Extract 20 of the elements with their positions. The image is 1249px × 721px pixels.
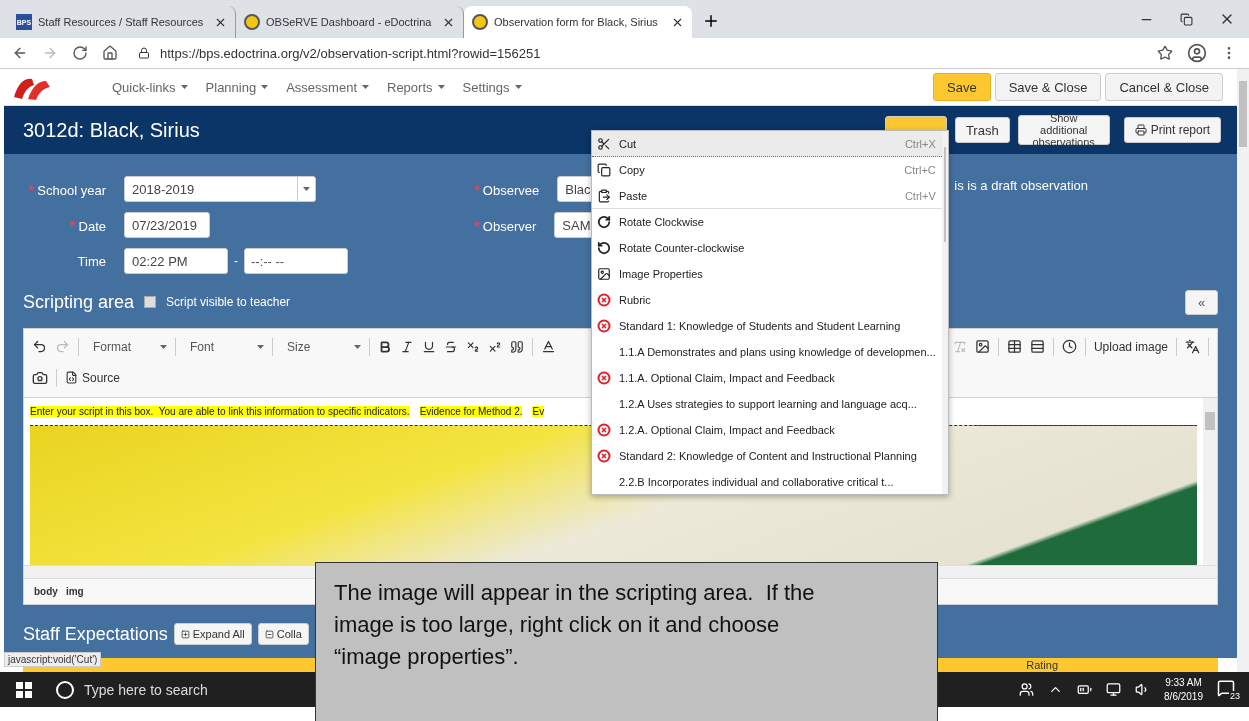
highlighted-text: Evidence for Method 2. [419, 405, 523, 417]
field-label: * School year [27, 180, 107, 198]
column-header: Rating [1026, 658, 1058, 672]
field-label: Time [76, 253, 107, 269]
checkbox-label: Script visible to teacher [166, 295, 291, 309]
tab-title: OBSeRVE Dashboard - eDoctrina [266, 16, 433, 28]
field-label: * Observee [474, 180, 541, 198]
draft-note: is is a draft observation [954, 178, 1088, 193]
tab-title: Staff Resources / Staff Resources [38, 16, 205, 28]
field-label: * Date [68, 216, 107, 234]
tab-title: Observation form for Black, Sirius [494, 16, 659, 28]
highlighted-text: Ev [532, 405, 545, 417]
section-title: Scripting area [23, 291, 135, 313]
page-title: 3012d: Black, Sirius [23, 118, 201, 142]
highlighted-text: Enter your script in this box. You are able to link this information to specific indicators. [30, 405, 410, 417]
instruction-tooltip: The image will appear in the scripting area. If the image is too large, right click on it and choose “image properties”. [315, 562, 938, 721]
section-title: Staff Expectations [23, 623, 168, 645]
status-url: javascript:void('Cut') [4, 652, 102, 667]
range-separator: - [234, 254, 238, 268]
field-label: * Observer [474, 216, 538, 234]
